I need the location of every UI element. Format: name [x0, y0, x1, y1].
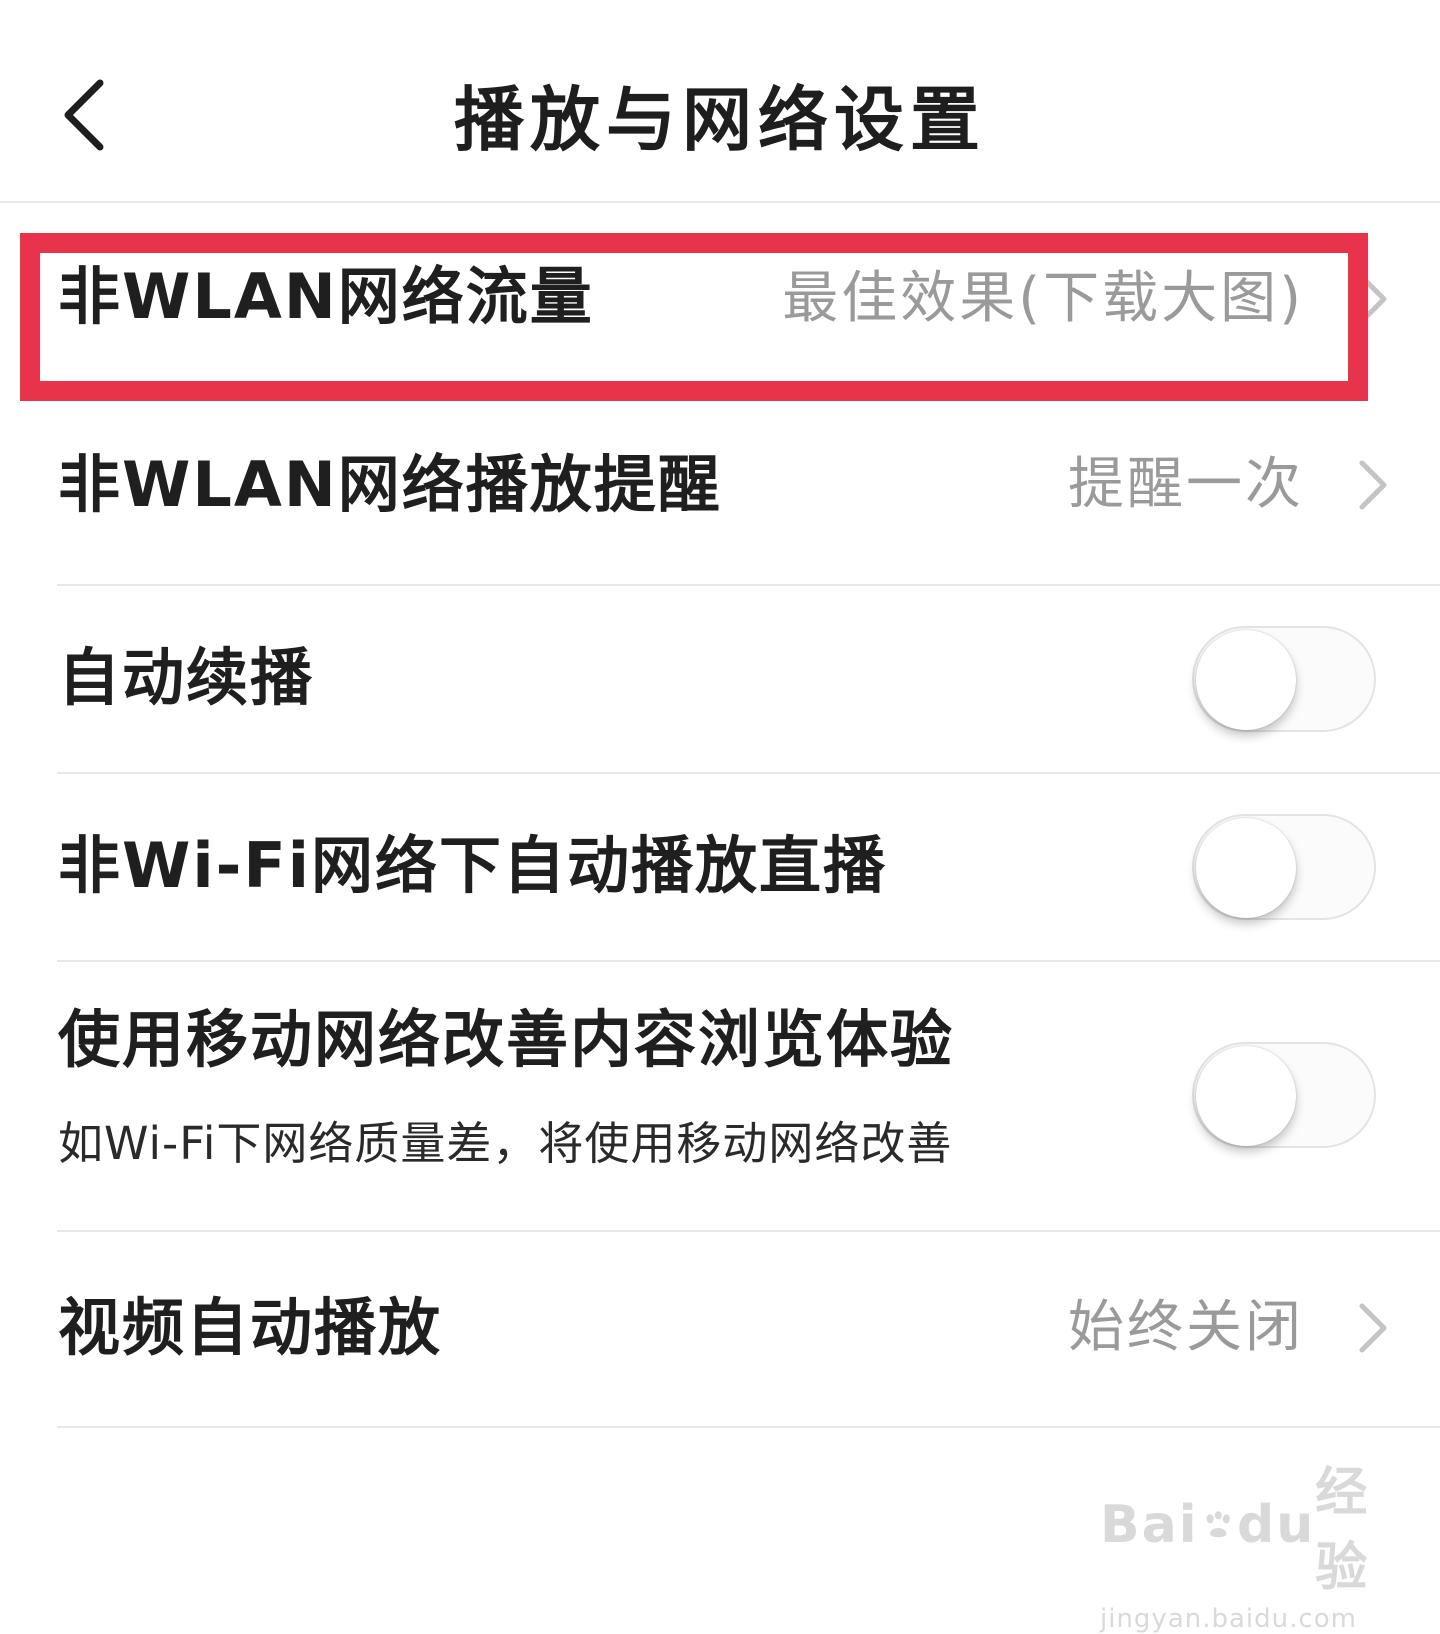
row-value: 提醒一次 — [1068, 452, 1304, 517]
row-label: 非WLAN网络播放提醒 — [58, 448, 722, 521]
settings-row-non-wifi-autoplay-live: 非Wi-Fi网络下自动播放直播 — [0, 774, 1440, 962]
watermark-url: jingyan.baidu.com — [1100, 1604, 1357, 1634]
auto-continue-play-toggle[interactable] — [1192, 626, 1376, 732]
chevron-right-icon — [1359, 1303, 1387, 1353]
mobile-network-improve-toggle[interactable] — [1192, 1042, 1376, 1148]
settings-row-non-wlan-play-reminder[interactable]: 非WLAN网络播放提醒 提醒一次 — [0, 393, 1440, 586]
row-label: 自动续播 — [58, 641, 315, 714]
settings-row-non-wlan-traffic[interactable]: 非WLAN网络流量 最佳效果(下载大图) — [0, 203, 1440, 393]
toggle-knob — [1196, 1046, 1296, 1146]
row-label: 非Wi-Fi网络下自动播放直播 — [58, 829, 887, 902]
header-bar: 播放与网络设置 — [0, 0, 1440, 203]
page-title: 播放与网络设置 — [454, 79, 986, 161]
settings-row-video-autoplay[interactable]: 视频自动播放 始终关闭 — [0, 1232, 1440, 1428]
row-value: 始终关闭 — [1068, 1295, 1304, 1360]
watermark-brand-mid: du — [1236, 1495, 1316, 1555]
watermark-brand-right: 经验 — [1315, 1463, 1370, 1598]
settings-row-auto-continue-play: 自动续播 — [0, 586, 1440, 774]
settings-row-mobile-network-improve: 使用移动网络改善内容浏览体验 如Wi-Fi下网络质量差，将使用移动网络改善 — [0, 962, 1440, 1232]
toggle-knob — [1196, 818, 1296, 918]
baidu-paw-icon — [1206, 1511, 1230, 1538]
row-divider — [57, 1426, 1440, 1428]
row-label: 使用移动网络改善内容浏览体验 — [58, 1003, 955, 1076]
row-value: 最佳效果(下载大图) — [782, 266, 1304, 331]
watermark-brand-left: Bai — [1100, 1495, 1199, 1555]
row-label: 非WLAN网络流量 — [58, 260, 594, 333]
row-label: 视频自动播放 — [58, 1291, 443, 1364]
watermark-brand: Bai du 经验 — [1100, 1450, 1370, 1600]
chevron-right-icon — [1359, 460, 1387, 510]
row-sublabel: 如Wi-Fi下网络质量差，将使用移动网络改善 — [58, 1117, 953, 1170]
non-wifi-autoplay-live-toggle[interactable] — [1192, 814, 1376, 920]
chevron-right-icon — [1359, 274, 1387, 324]
baidu-watermark: Bai du 经验 jingyan.baidu.com — [1100, 1450, 1370, 1634]
toggle-knob — [1196, 630, 1296, 730]
